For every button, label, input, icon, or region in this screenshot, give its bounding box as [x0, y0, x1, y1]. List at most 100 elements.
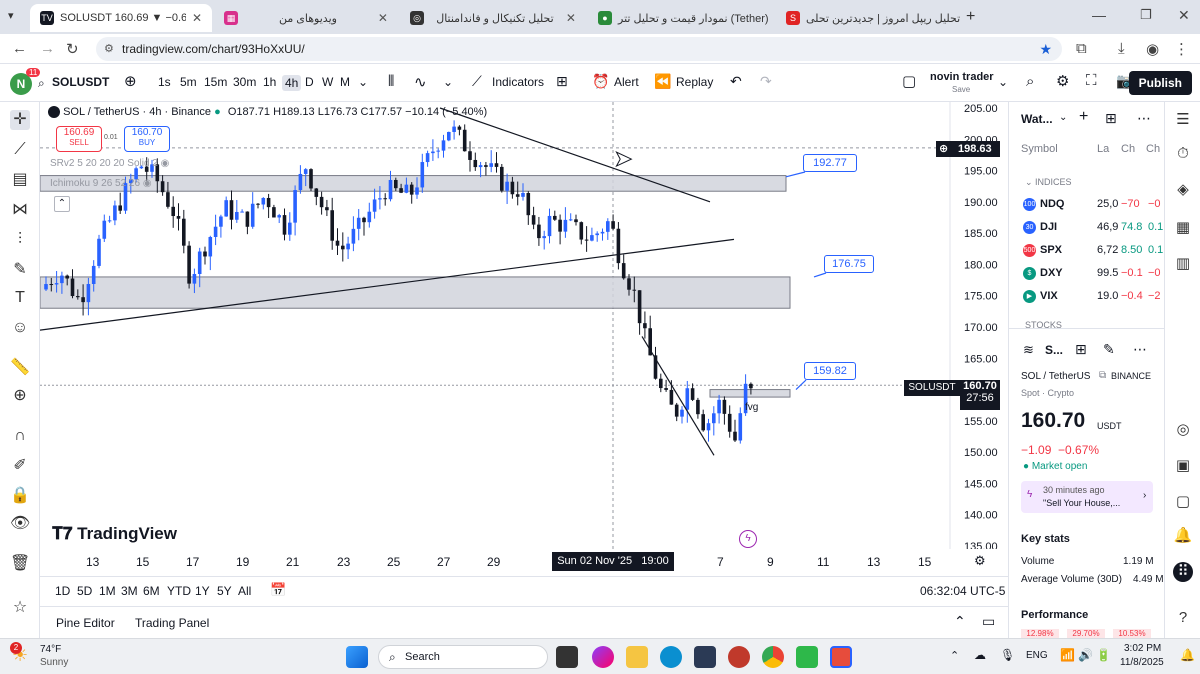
emoji-icon[interactable]: ☺	[10, 318, 30, 338]
line-chart-icon[interactable]: ∿	[414, 73, 427, 91]
zone-label-middle[interactable]: 176.75	[824, 255, 874, 273]
replay-button[interactable]: Replay	[676, 75, 713, 89]
browser-tab[interactable]: S تحلیل ریپل امروز | جدیدترین تحلی ✕	[776, 4, 960, 32]
back-icon[interactable]: ←	[12, 40, 27, 57]
microphone-icon[interactable]: 🎙	[1000, 648, 1015, 662]
section-indices[interactable]: ⌄ INDICES	[1025, 177, 1072, 188]
chevron-down-icon[interactable]: ⌄	[443, 75, 453, 89]
copilot-icon[interactable]	[592, 646, 614, 668]
trend-line-icon[interactable]: ⟋	[10, 140, 30, 160]
browser-tab[interactable]: ◎ تحلیل تکنیکال و فاندامنتال ✕	[400, 4, 586, 32]
details-name[interactable]: SOL / TetherUS	[1021, 371, 1090, 382]
interval-4h[interactable]: 4h	[282, 75, 302, 91]
interval-W[interactable]: W	[322, 75, 333, 89]
wifi-icon[interactable]: 📶	[1060, 648, 1075, 662]
collapse-legend-icon[interactable]: ⌃	[54, 196, 70, 212]
search-icon[interactable]: ⌕	[38, 76, 45, 91]
fullscreen-icon[interactable]: ⛶	[1086, 72, 1097, 89]
layers-icon[interactable]: ◈	[1173, 180, 1193, 200]
indicator-ichimoku-legend[interactable]: Ichimoku 9 26 52 26 ◉	[50, 178, 152, 189]
watchlist-row[interactable]: ▶ VIX 19.0 −0.4 −2	[1009, 286, 1164, 308]
hotlist-icon[interactable]: ▦	[1173, 218, 1193, 238]
forecast-icon[interactable]: ⫶	[10, 230, 30, 250]
bookmark-star-icon[interactable]: ★	[1039, 37, 1052, 61]
col-last[interactable]: La	[1097, 143, 1109, 155]
range-1d[interactable]: 1D	[55, 584, 70, 598]
cloud-icon[interactable]: ☁	[974, 648, 986, 662]
pattern-icon[interactable]: ⋈	[10, 200, 30, 220]
chevron-down-icon[interactable]: ⌄	[358, 75, 368, 89]
more-icon[interactable]: ⋯	[1137, 110, 1151, 127]
chat-icon[interactable]: ▢	[1173, 492, 1193, 512]
forward-icon[interactable]: →	[40, 40, 55, 57]
chart-pane[interactable]: 205.00200.00195.00190.00185.00180.00175.…	[40, 102, 1008, 549]
browser-menu-icon[interactable]: ⋮	[1174, 40, 1189, 58]
watchlist-row[interactable]: 100 NDQ 25,0 −70 −0	[1009, 194, 1164, 216]
interval-1h[interactable]: 1h	[263, 75, 276, 89]
watchlist-row[interactable]: 500 SPX 6,72 8.50 0.1	[1009, 240, 1164, 262]
interval-30m[interactable]: 30m	[233, 75, 256, 89]
notifications-bell-icon[interactable]: 🔔	[1173, 526, 1193, 546]
calendar-icon[interactable]: 📅	[270, 582, 286, 598]
watchlist-title[interactable]: Wat...	[1021, 112, 1053, 126]
interval-5m[interactable]: 5m	[180, 75, 197, 89]
interval-15m[interactable]: 15m	[204, 75, 227, 89]
time-axis[interactable]: 13 15 17 19 21 23 25 27 29 7 9 11 13 15 Sun 02 Nov '2…	[40, 549, 1008, 575]
chevron-up-icon[interactable]: ⌃	[954, 613, 966, 630]
more-icon[interactable]: ⋯	[1133, 341, 1147, 358]
crosshair-icon[interactable]: ✛	[10, 110, 30, 130]
edit-icon[interactable]: ✎	[1103, 341, 1115, 358]
new-tab-icon[interactable]: +	[966, 8, 975, 26]
calendar-icon[interactable]: ▣	[1173, 456, 1193, 476]
interval-1s[interactable]: 1s	[158, 75, 171, 89]
eye-icon[interactable]: 👁	[10, 514, 30, 534]
lock-drawing-icon[interactable]: ✐	[10, 456, 30, 476]
trash-icon[interactable]: 🗑	[10, 554, 30, 574]
col-change[interactable]: Ch	[1121, 143, 1135, 155]
browser-tab-active[interactable]: TV SOLUSDT 160.69 ▼ −0.68% no ✕	[30, 4, 212, 32]
sell-button[interactable]: 160.69 SELL	[56, 126, 102, 152]
watchlist-row[interactable]: 30 DJI 46,9 74.8 0.1	[1009, 217, 1164, 239]
details-symbol[interactable]: S...	[1045, 343, 1063, 357]
extensions-icon[interactable]: ⧉	[1076, 40, 1087, 57]
notification-center-icon[interactable]: 🔔	[1180, 648, 1195, 662]
favorites-star-icon[interactable]: ☆	[10, 598, 30, 618]
advanced-view-icon[interactable]: ⊞	[1105, 110, 1117, 127]
add-symbol-icon[interactable]: +	[1079, 108, 1088, 126]
eye-icon[interactable]: ◉	[161, 158, 170, 169]
profile-icon[interactable]: ◉	[1146, 40, 1159, 58]
ruler-icon[interactable]: 📏	[10, 358, 30, 378]
range-5y[interactable]: 5Y	[217, 584, 232, 598]
help-icon[interactable]: ?	[1173, 608, 1193, 628]
edge-icon[interactable]	[660, 646, 682, 668]
taskbar-date[interactable]: 11/8/2025	[1120, 657, 1164, 668]
indicators-button[interactable]: Indicators	[492, 75, 544, 89]
candles-icon[interactable]: ⫴	[388, 73, 394, 90]
volume-icon[interactable]: 🔊	[1078, 648, 1093, 662]
recorder-icon[interactable]	[830, 646, 852, 668]
price-chart[interactable]: 205.00200.00195.00190.00185.00180.00175.…	[40, 102, 1008, 549]
chrome-icon[interactable]	[762, 646, 784, 668]
range-all[interactable]: All	[238, 584, 251, 598]
zoom-in-icon[interactable]: ⊕	[10, 386, 30, 406]
ideas-icon[interactable]: ▥	[1173, 254, 1193, 274]
zone-label-lower[interactable]: 159.82	[804, 362, 856, 380]
weather-temp[interactable]: 74°F	[40, 644, 61, 655]
brush-icon[interactable]: ✎	[10, 260, 30, 280]
maximize-panel-icon[interactable]: ▭	[982, 613, 995, 630]
axis-settings-icon[interactable]: ⚙	[974, 553, 986, 569]
range-ytd[interactable]: YTD	[167, 584, 191, 598]
lock-icon[interactable]: 🔒	[10, 486, 30, 506]
range-6m[interactable]: 6M	[143, 584, 160, 598]
close-icon[interactable]: ✕	[192, 11, 202, 25]
watchlist-icon[interactable]: ☰	[1173, 110, 1193, 130]
watchlist-row[interactable]: $ DXY 99.5 −0.1 −0	[1009, 263, 1164, 285]
range-1m[interactable]: 1M	[99, 584, 116, 598]
range-3m[interactable]: 3M	[121, 584, 138, 598]
grid-icon[interactable]: ⊞	[1075, 341, 1087, 358]
zone-label-upper[interactable]: 192.77	[803, 154, 857, 172]
restore-icon[interactable]: ❐	[1140, 7, 1152, 23]
browser-tab[interactable]: ▦ ویدیوهای من ✕	[214, 4, 398, 32]
quick-search-icon[interactable]: ⌕	[1026, 73, 1034, 90]
interval-D[interactable]: D	[305, 75, 314, 89]
